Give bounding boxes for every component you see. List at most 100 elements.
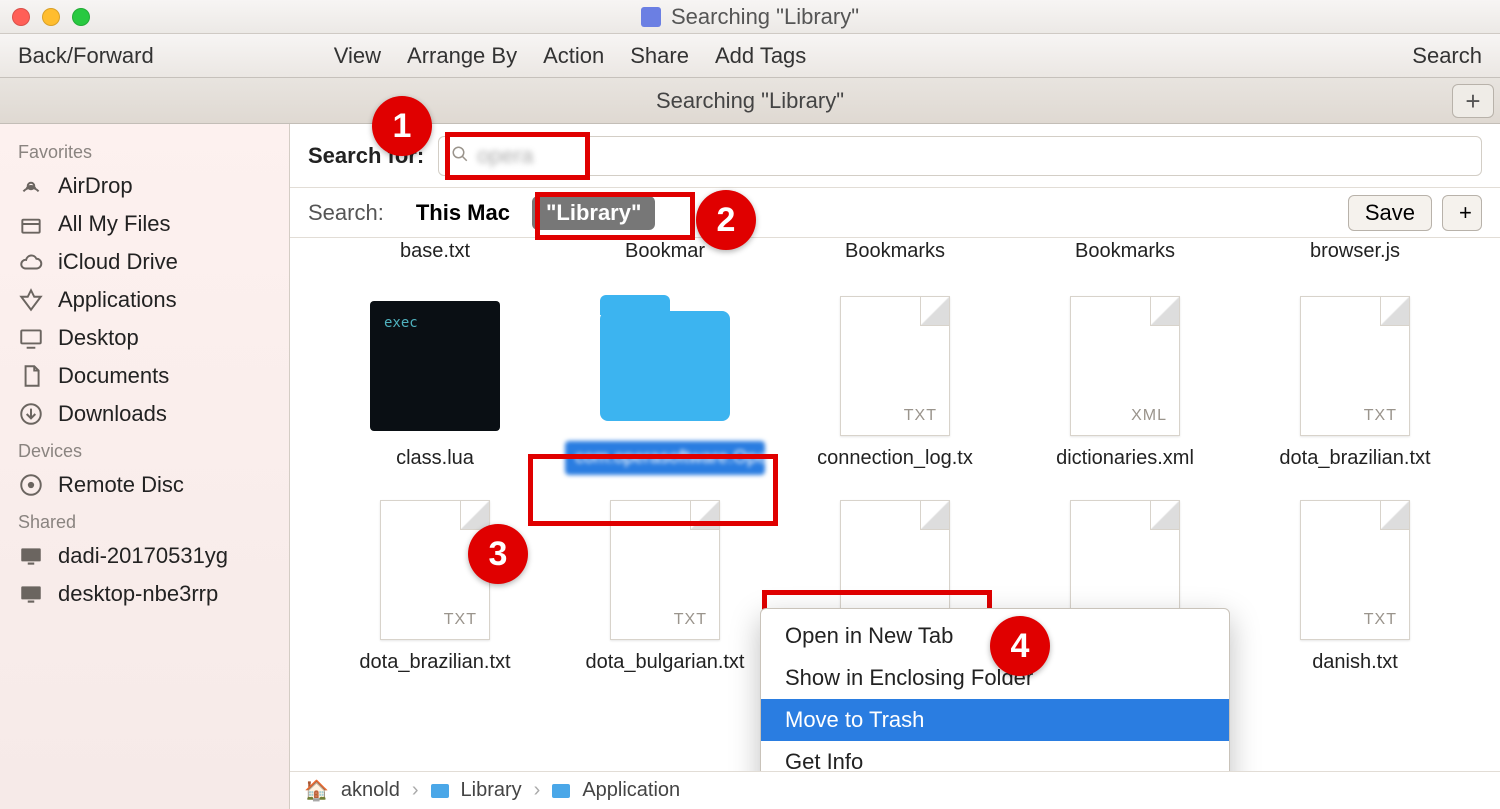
sidebar: Favorites AirDrop All My Files iCloud Dr… [0, 124, 290, 809]
txt-file-icon: TXT [380, 500, 490, 640]
home-icon: 🏠 [304, 778, 329, 803]
menu-action[interactable]: Action [543, 43, 604, 69]
path-separator-icon: › [412, 779, 419, 802]
file-name: connection_log.tx [817, 447, 973, 470]
file-name[interactable]: Bookmarks [1075, 240, 1175, 263]
sidebar-item-remote-disc[interactable]: Remote Disc [0, 466, 289, 504]
sidebar-item-shared-1[interactable]: desktop-nbe3rrp [0, 575, 289, 613]
documents-icon [18, 363, 44, 389]
window-title-text: Searching "Library" [671, 4, 859, 30]
path-segment-2[interactable]: Application [582, 779, 680, 802]
sidebar-item-label: Applications [58, 287, 177, 313]
search-for-bar: Search for: opera [290, 124, 1500, 188]
path-segment-user[interactable]: aknold [341, 779, 400, 802]
txt-file-icon: TXT [610, 500, 720, 640]
save-search-button[interactable]: Save [1348, 195, 1432, 231]
search-scope-bar: Search: This Mac "Library" Save + [290, 188, 1500, 238]
file-item[interactable]: TXT dota_brazilian.txt [320, 495, 550, 674]
file-name: dictionaries.xml [1056, 447, 1194, 470]
back-forward-button[interactable]: Back/Forward [18, 43, 154, 69]
add-search-criteria-button[interactable]: + [1442, 195, 1482, 231]
sidebar-item-icloud-drive[interactable]: iCloud Drive [0, 243, 289, 281]
sidebar-item-desktop[interactable]: Desktop [0, 319, 289, 357]
path-bar: 🏠 aknold › Library › Application [290, 771, 1500, 809]
file-item[interactable]: exec class.lua [320, 291, 550, 475]
sidebar-item-label: iCloud Drive [58, 249, 178, 275]
scope-library[interactable]: "Library" [532, 196, 655, 230]
path-separator-icon: › [534, 779, 541, 802]
file-item[interactable]: TXT danish.txt [1240, 495, 1470, 674]
sidebar-item-all-my-files[interactable]: All My Files [0, 205, 289, 243]
downloads-icon [18, 401, 44, 427]
txt-file-icon: TXT [840, 296, 950, 436]
sidebar-section-devices: Devices [0, 433, 289, 466]
main-area: Favorites AirDrop All My Files iCloud Dr… [0, 124, 1500, 809]
folder-icon [431, 784, 449, 798]
scope-label: Search: [308, 200, 384, 226]
sidebar-item-label: desktop-nbe3rrp [58, 581, 218, 607]
search-input[interactable]: opera [438, 136, 1482, 176]
file-name[interactable]: Bookmarks [845, 240, 945, 263]
folder-icon [552, 784, 570, 798]
sidebar-item-documents[interactable]: Documents [0, 357, 289, 395]
folder-icon [600, 311, 730, 421]
file-item-selected[interactable]: com.operasoftware.Opera [550, 291, 780, 475]
sidebar-item-label: All My Files [58, 211, 170, 237]
menu-item-move-to-trash[interactable]: Move to Trash [761, 699, 1229, 741]
tab-title[interactable]: Searching "Library" [656, 88, 844, 114]
search-icon [451, 143, 469, 169]
file-name-selected: com.operasoftware.Opera [565, 441, 765, 475]
path-segment-1[interactable]: Library [461, 779, 522, 802]
menu-item-show-enclosing[interactable]: Show in Enclosing Folder [761, 657, 1229, 699]
sidebar-item-label: dadi-20170531yg [58, 543, 228, 569]
icloud-icon [18, 249, 44, 275]
sidebar-item-applications[interactable]: Applications [0, 281, 289, 319]
file-item[interactable]: TXT dota_bulgarian.txt [550, 495, 780, 674]
sidebar-section-favorites: Favorites [0, 134, 289, 167]
new-tab-button[interactable]: + [1452, 84, 1494, 118]
file-row: exec class.lua com.operasoftware.Opera T… [320, 291, 1470, 475]
sidebar-section-shared: Shared [0, 504, 289, 537]
desktop-icon [18, 325, 44, 351]
file-item[interactable]: TXT dota_brazilian.txt [1240, 291, 1470, 475]
airdrop-icon [18, 173, 44, 199]
menu-item-get-info[interactable]: Get Info [761, 741, 1229, 771]
scope-this-mac[interactable]: This Mac [402, 196, 524, 230]
txt-file-icon: TXT [1300, 500, 1410, 640]
remote-disc-icon [18, 472, 44, 498]
search-for-label: Search for: [308, 143, 424, 169]
context-menu: Open in New Tab Show in Enclosing Folder… [760, 608, 1230, 771]
all-my-files-icon [18, 211, 44, 237]
toolbar: Back/Forward View Arrange By Action Shar… [0, 34, 1500, 78]
file-name: dota_bulgarian.txt [585, 651, 744, 674]
file-name[interactable]: Bookmar [625, 240, 705, 263]
search-folder-icon [641, 7, 661, 27]
menu-arrange-by[interactable]: Arrange By [407, 43, 517, 69]
toolbar-menus: View Arrange By Action Share Add Tags [154, 43, 1413, 69]
file-name[interactable]: base.txt [400, 240, 470, 263]
file-grid[interactable]: base.txt Bookmar Bookmarks Bookmarks bro… [290, 238, 1500, 771]
file-name: dota_brazilian.txt [359, 651, 510, 674]
sidebar-item-label: Documents [58, 363, 169, 389]
search-query-text: opera [477, 143, 533, 169]
file-row: base.txt Bookmar Bookmarks Bookmarks bro… [320, 238, 1470, 263]
toolbar-search-label[interactable]: Search [1412, 43, 1482, 69]
file-name: danish.txt [1312, 651, 1398, 674]
menu-item-open-new-tab[interactable]: Open in New Tab [761, 615, 1229, 657]
menu-add-tags[interactable]: Add Tags [715, 43, 806, 69]
monitor-icon [18, 543, 44, 569]
sidebar-item-downloads[interactable]: Downloads [0, 395, 289, 433]
file-name: dota_brazilian.txt [1279, 447, 1430, 470]
file-name[interactable]: browser.js [1310, 240, 1400, 263]
file-item[interactable]: XML dictionaries.xml [1010, 291, 1240, 475]
sidebar-item-shared-0[interactable]: dadi-20170531yg [0, 537, 289, 575]
menu-share[interactable]: Share [630, 43, 689, 69]
sidebar-item-label: Downloads [58, 401, 167, 427]
window-title: Searching "Library" [0, 4, 1500, 30]
sidebar-item-airdrop[interactable]: AirDrop [0, 167, 289, 205]
monitor-icon [18, 581, 44, 607]
file-item[interactable]: TXT connection_log.tx [780, 291, 1010, 475]
window-titlebar: Searching "Library" [0, 0, 1500, 34]
menu-view[interactable]: View [334, 43, 381, 69]
applications-icon [18, 287, 44, 313]
